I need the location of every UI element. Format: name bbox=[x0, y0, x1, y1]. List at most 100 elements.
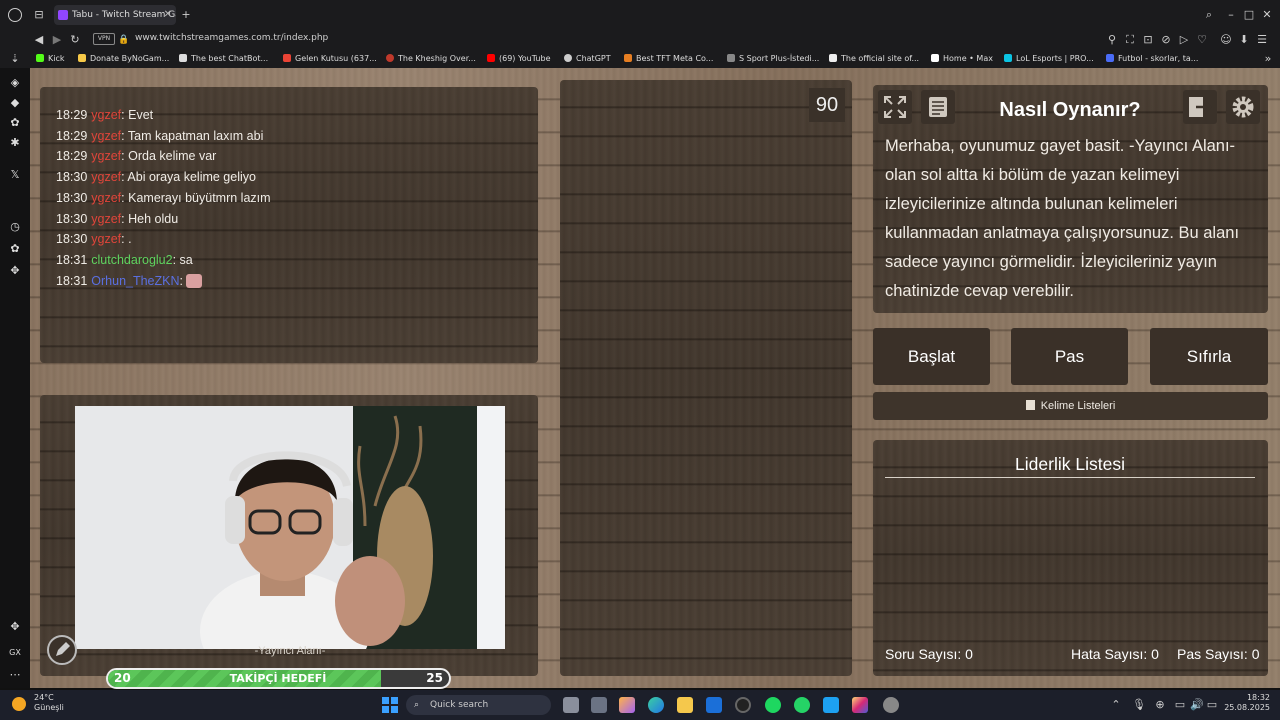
chat-username[interactable]: ygzef bbox=[91, 212, 121, 226]
twitter-icon[interactable] bbox=[823, 697, 839, 713]
chat-username[interactable]: Orhun_TheZKN bbox=[91, 274, 179, 288]
copilot-icon[interactable] bbox=[619, 697, 635, 713]
weather-widget[interactable]: 24°C Güneşli bbox=[34, 693, 64, 713]
new-tab-icon[interactable]: + bbox=[180, 8, 192, 22]
chatbot-icon bbox=[179, 54, 187, 62]
browser-sidebar: ◈ ◆ ✿ ✱ 𝕏 ◷ ✿ ✥ ✥ GX ⋯ bbox=[0, 68, 30, 688]
heart-icon[interactable]: ♡ bbox=[1196, 33, 1208, 47]
crypto-wallet-icon[interactable]: ◆ bbox=[8, 96, 22, 110]
outlook-icon[interactable] bbox=[706, 697, 722, 713]
bookmark-tft[interactable]: Best TFT Meta Co... bbox=[624, 51, 713, 67]
chat-message: 18:31 clutchdaroglu2: sa bbox=[56, 251, 193, 269]
weather-icon[interactable] bbox=[12, 697, 26, 711]
chat-username[interactable]: ygzef bbox=[91, 191, 121, 205]
fullscreen-button[interactable] bbox=[878, 90, 912, 124]
player-icon[interactable]: ▷ bbox=[1178, 33, 1190, 47]
reload-icon[interactable]: ↻ bbox=[68, 33, 82, 47]
sidebar-app2-icon[interactable]: ✱ bbox=[8, 136, 22, 150]
edit-button[interactable] bbox=[47, 635, 77, 665]
download-icon[interactable]: ⬇ bbox=[1238, 33, 1250, 47]
pass-button[interactable]: Pas bbox=[1011, 328, 1128, 385]
chat-username[interactable]: ygzef bbox=[91, 149, 121, 163]
bookmark-gmail[interactable]: Gelen Kutusu (637... bbox=[283, 51, 377, 67]
bookmark-chatbot[interactable]: The best ChatBot... bbox=[179, 51, 268, 67]
bookmark-donate[interactable]: Donate ByNoGam... bbox=[78, 51, 169, 67]
search-tabs-icon[interactable]: ⌕ bbox=[1202, 8, 1216, 22]
widgets-icon[interactable] bbox=[591, 697, 607, 713]
chat-username[interactable]: ygzef bbox=[91, 170, 121, 184]
spotify-icon[interactable] bbox=[765, 697, 781, 713]
chat-text: : Kamerayı büyütmrn lazım bbox=[121, 190, 271, 205]
extensions-sidebar-icon[interactable]: ✥ bbox=[8, 264, 22, 278]
chat-username[interactable]: ygzef bbox=[91, 232, 121, 246]
bookmark-max[interactable]: Home • Max bbox=[931, 51, 993, 67]
extensions-icon[interactable]: ⊡ bbox=[1142, 33, 1154, 47]
bookmark-youtube[interactable]: (69) YouTube bbox=[487, 51, 551, 67]
notepad-icon bbox=[1025, 400, 1035, 410]
tray-chevron-icon[interactable]: ⌃ bbox=[1110, 698, 1122, 712]
adblock-icon[interactable]: ⊘ bbox=[1160, 33, 1172, 47]
display-icon[interactable]: ▭ bbox=[1174, 698, 1186, 712]
edge-icon[interactable] bbox=[648, 697, 664, 713]
countdown-timer: 90 bbox=[809, 88, 845, 122]
sidebar-more-icon[interactable]: ⋯ bbox=[8, 668, 22, 682]
chat-text: : Tam kapatman laxım abi bbox=[121, 128, 264, 143]
tab-manager-icon[interactable]: ⊟ bbox=[32, 8, 46, 22]
bookmark-kheshig[interactable]: The Kheshig Over... bbox=[386, 51, 476, 67]
aria-icon[interactable]: ◈ bbox=[8, 76, 22, 90]
opera-menu-icon[interactable] bbox=[8, 8, 22, 22]
close-tab-icon[interactable]: ✕ bbox=[164, 5, 172, 25]
sidebar-app-icon[interactable]: ✿ bbox=[8, 116, 22, 130]
minimize-icon[interactable]: – bbox=[1224, 8, 1238, 22]
reset-button[interactable]: Sıfırla bbox=[1150, 328, 1268, 385]
forward-icon[interactable]: ▶ bbox=[50, 33, 64, 47]
chat-username[interactable]: ygzef bbox=[91, 129, 121, 143]
task-view-icon[interactable] bbox=[563, 697, 579, 713]
x-twitter-icon[interactable]: 𝕏 bbox=[8, 168, 22, 182]
taskbar bbox=[0, 690, 1280, 720]
bookmark-chatgpt[interactable]: ChatGPT bbox=[564, 51, 611, 67]
word-lists-button[interactable]: Kelime Listeleri bbox=[873, 392, 1268, 420]
instagram-icon[interactable] bbox=[852, 697, 868, 713]
bookmark-futbol[interactable]: Futbol - skorlar, ta... bbox=[1106, 51, 1198, 67]
chat-username[interactable]: clutchdaroglu2 bbox=[91, 253, 172, 267]
chrome-icon[interactable] bbox=[883, 697, 899, 713]
taskbar-search[interactable]: ⌕ Quick search bbox=[406, 695, 551, 715]
vpn-badge[interactable]: VPN bbox=[93, 33, 115, 45]
kheshig-icon bbox=[386, 54, 394, 62]
file-explorer-icon[interactable] bbox=[677, 697, 693, 713]
start-icon[interactable] bbox=[382, 697, 398, 713]
history-icon[interactable]: ◷ bbox=[8, 220, 22, 234]
chat-text: : Heh oldu bbox=[121, 211, 179, 226]
pinboard-icon[interactable]: ✿ bbox=[8, 242, 22, 256]
bookmark-official-site[interactable]: The official site of... bbox=[829, 51, 919, 67]
microphone-icon[interactable]: 🎙 bbox=[1132, 698, 1146, 712]
gx-label-icon[interactable]: GX bbox=[8, 646, 22, 660]
volume-icon[interactable]: 🔊 bbox=[1190, 698, 1204, 712]
pin-icon[interactable]: ⚲ bbox=[1106, 33, 1118, 47]
profile-icon[interactable]: ☺ bbox=[1220, 33, 1232, 47]
bookmarks-toggle-icon[interactable]: ⇣ bbox=[8, 52, 22, 66]
browser-tab[interactable]: Tabu - Twitch Stream Gam ✕ bbox=[54, 5, 176, 25]
tray-app-icon[interactable]: ⊕ bbox=[1154, 698, 1166, 712]
easy-setup-icon[interactable]: ☰ bbox=[1256, 33, 1268, 47]
url-field[interactable]: www.twitchstreamgames.com.tr/index.php bbox=[135, 31, 328, 45]
bookmark-ssport[interactable]: S Sport Plus-İstedi... bbox=[727, 51, 819, 67]
bookmark-lol-esports[interactable]: LoL Esports | PRO... bbox=[1004, 51, 1094, 67]
close-window-icon[interactable]: ✕ bbox=[1260, 8, 1274, 22]
opera-gx-icon[interactable] bbox=[735, 697, 751, 713]
whatsapp-icon[interactable] bbox=[794, 697, 810, 713]
logout-button[interactable] bbox=[1183, 90, 1217, 124]
chat-username[interactable]: ygzef bbox=[91, 108, 121, 122]
bookmark-kick[interactable]: Kick bbox=[36, 51, 65, 67]
maximize-icon[interactable]: □ bbox=[1242, 8, 1256, 22]
battery-icon[interactable]: ▭ bbox=[1206, 698, 1218, 712]
document-button[interactable] bbox=[921, 90, 955, 124]
back-icon[interactable]: ◀ bbox=[32, 33, 46, 47]
gx-corner-icon[interactable]: ✥ bbox=[8, 620, 22, 634]
start-button[interactable]: Başlat bbox=[873, 328, 990, 385]
clock[interactable]: 18:32 25.08.2025 bbox=[1218, 693, 1270, 713]
settings-button[interactable] bbox=[1226, 90, 1260, 124]
snapshot-icon[interactable]: ⛶ bbox=[1124, 33, 1136, 47]
more-bookmarks-icon[interactable]: » bbox=[1262, 52, 1274, 66]
